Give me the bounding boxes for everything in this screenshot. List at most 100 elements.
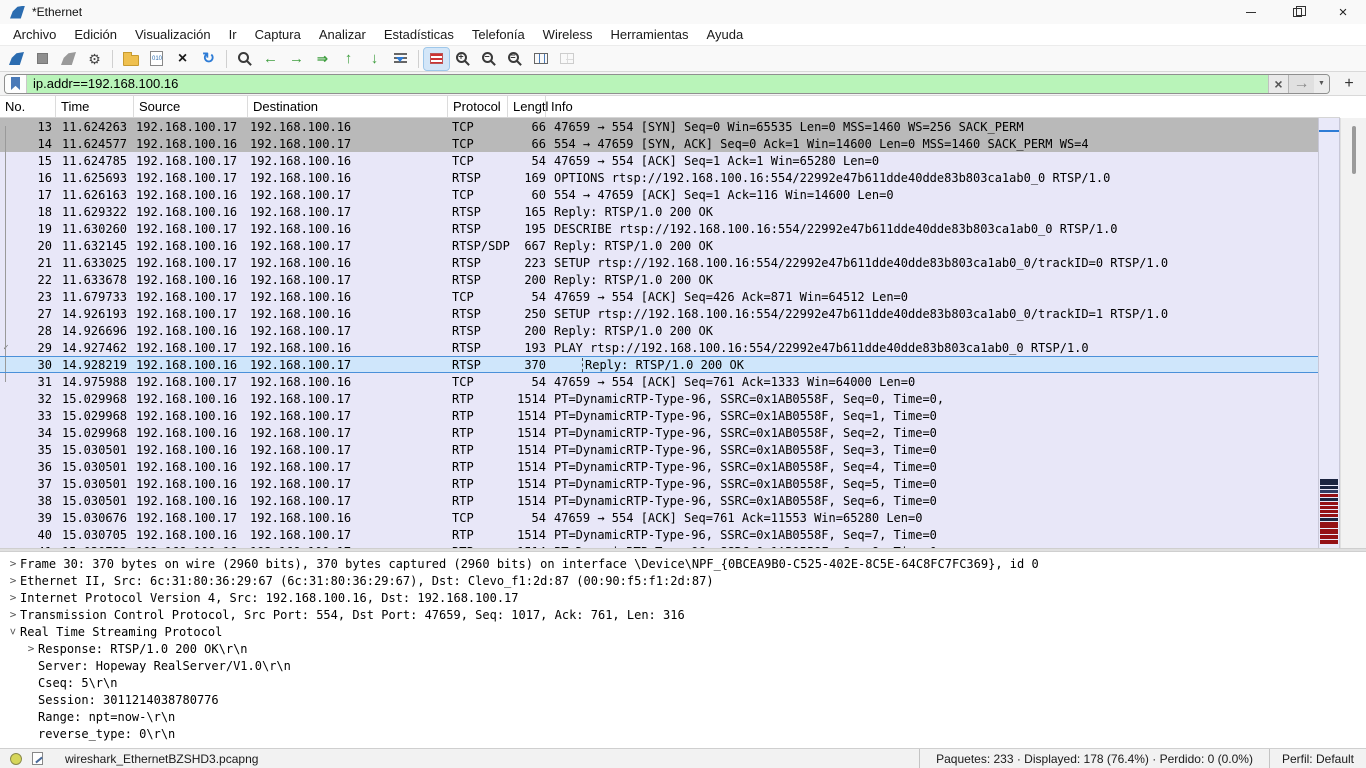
resize-columns-button[interactable] bbox=[528, 48, 553, 70]
packet-row[interactable]: 4115.030733192.168.100.16192.168.100.17R… bbox=[0, 543, 1318, 548]
zoom-in-button[interactable]: + bbox=[450, 48, 475, 70]
detail-line[interactable]: Range: npt=now-\r\n bbox=[0, 708, 1366, 725]
packet-row[interactable]: 3315.029968192.168.100.16192.168.100.17R… bbox=[0, 407, 1318, 424]
filter-apply-button[interactable]: → bbox=[1288, 75, 1314, 93]
packet-row[interactable]: 4015.030705192.168.100.16192.168.100.17R… bbox=[0, 526, 1318, 543]
column-header-time[interactable]: Time bbox=[56, 96, 134, 117]
menu-item-telefonía[interactable]: Telefonía bbox=[463, 27, 534, 42]
detail-line[interactable]: Cseq: 5\r\n bbox=[0, 674, 1366, 691]
detail-line[interactable]: >Response: RTSP/1.0 200 OK\r\n bbox=[0, 640, 1366, 657]
display-filter-input[interactable] bbox=[27, 75, 1268, 93]
reload-file-button[interactable]: ↻ bbox=[196, 48, 221, 70]
filter-bookmark-button[interactable] bbox=[5, 75, 27, 93]
intelligent-scrollbar-minimap[interactable] bbox=[1318, 118, 1340, 548]
zoom-out-button[interactable]: − bbox=[476, 48, 501, 70]
restart-capture-button[interactable] bbox=[56, 48, 81, 70]
save-file-button[interactable] bbox=[144, 48, 169, 70]
capture-comment-icon[interactable] bbox=[32, 752, 43, 765]
close-file-button[interactable]: × bbox=[170, 48, 195, 70]
go-back-button[interactable]: ← bbox=[258, 48, 283, 70]
column-header-proto[interactable]: Protocol bbox=[448, 96, 508, 117]
collapse-icon[interactable]: > bbox=[7, 625, 20, 639]
packet-row[interactable]: 2011.632145192.168.100.16192.168.100.17R… bbox=[0, 237, 1318, 254]
packet-row[interactable]: 3215.029968192.168.100.16192.168.100.17R… bbox=[0, 390, 1318, 407]
packet-row[interactable]: 2714.926193192.168.100.17192.168.100.16R… bbox=[0, 305, 1318, 322]
vertical-scrollbar[interactable] bbox=[1340, 118, 1366, 548]
detail-line[interactable]: >Frame 30: 370 bytes on wire (2960 bits)… bbox=[0, 555, 1366, 572]
menu-item-archivo[interactable]: Archivo bbox=[4, 27, 65, 42]
detail-line[interactable]: >Ethernet II, Src: 6c:31:80:36:29:67 (6c… bbox=[0, 572, 1366, 589]
packet-row[interactable]: 2814.926696192.168.100.16192.168.100.17R… bbox=[0, 322, 1318, 339]
column-header-dst[interactable]: Destination bbox=[248, 96, 448, 117]
packet-row[interactable]: 1511.624785192.168.100.17192.168.100.16T… bbox=[0, 152, 1318, 169]
packet-row[interactable]: 2211.633678192.168.100.16192.168.100.17R… bbox=[0, 271, 1318, 288]
packet-row[interactable]: 3815.030501192.168.100.16192.168.100.17R… bbox=[0, 492, 1318, 509]
packet-row[interactable]: 2111.633025192.168.100.17192.168.100.16R… bbox=[0, 254, 1318, 271]
number-columns-button[interactable] bbox=[554, 48, 579, 70]
packet-row[interactable]: 1611.625693192.168.100.17192.168.100.16R… bbox=[0, 169, 1318, 186]
menu-item-captura[interactable]: Captura bbox=[246, 27, 310, 42]
expert-info-icon[interactable] bbox=[10, 753, 22, 765]
menu-item-herramientas[interactable]: Herramientas bbox=[602, 27, 698, 42]
filter-add-button[interactable]: + bbox=[1338, 74, 1360, 94]
packet-row[interactable]: 1711.626163192.168.100.16192.168.100.17T… bbox=[0, 186, 1318, 203]
filter-dropdown-caret[interactable]: ▼ bbox=[1314, 75, 1329, 93]
packet-row[interactable]: 3415.029968192.168.100.16192.168.100.17R… bbox=[0, 424, 1318, 441]
find-packet-button[interactable] bbox=[232, 48, 257, 70]
packet-row[interactable]: 3014.928219192.168.100.16192.168.100.17R… bbox=[0, 356, 1318, 373]
packet-row[interactable]: 2311.679733192.168.100.17192.168.100.16T… bbox=[0, 288, 1318, 305]
packet-row[interactable]: ✓2914.927462192.168.100.17192.168.100.16… bbox=[0, 339, 1318, 356]
packet-row[interactable]: 3915.030676192.168.100.17192.168.100.16T… bbox=[0, 509, 1318, 526]
restore-button[interactable] bbox=[1274, 0, 1320, 24]
column-header-len[interactable]: Lengtl bbox=[508, 96, 546, 117]
capture-filename: wireshark_EthernetBZSHD3.pcapng bbox=[65, 752, 258, 766]
stop-capture-button[interactable] bbox=[30, 48, 55, 70]
open-file-button[interactable] bbox=[118, 48, 143, 70]
colorize-button[interactable] bbox=[424, 48, 449, 70]
capture-options-button[interactable]: ⚙ bbox=[82, 48, 107, 70]
auto-scroll-button[interactable] bbox=[388, 48, 413, 70]
packet-row[interactable]: 1311.624263192.168.100.17192.168.100.16T… bbox=[0, 118, 1318, 135]
detail-line[interactable]: Session: 3011214038780776 bbox=[0, 691, 1366, 708]
menu-item-estadísticas[interactable]: Estadísticas bbox=[375, 27, 463, 42]
packet-row[interactable]: 1911.630260192.168.100.17192.168.100.16R… bbox=[0, 220, 1318, 237]
detail-line[interactable]: >Internet Protocol Version 4, Src: 192.1… bbox=[0, 589, 1366, 606]
expand-icon[interactable]: > bbox=[24, 642, 38, 655]
expand-icon[interactable]: > bbox=[6, 557, 20, 570]
menu-item-wireless[interactable]: Wireless bbox=[534, 27, 602, 42]
related-packet-gutter: ✓ bbox=[0, 339, 12, 356]
detail-line[interactable]: reverse_type: 0\r\n bbox=[0, 725, 1366, 742]
packet-row[interactable]: 3615.030501192.168.100.16192.168.100.17R… bbox=[0, 458, 1318, 475]
profile-label[interactable]: Perfil: Default bbox=[1269, 749, 1366, 768]
detail-line[interactable]: >Real Time Streaming Protocol bbox=[0, 623, 1366, 640]
detail-line[interactable]: Server: Hopeway RealServer/V1.0\r\n bbox=[0, 657, 1366, 674]
packet-row[interactable]: 3515.030501192.168.100.16192.168.100.17R… bbox=[0, 441, 1318, 458]
filter-clear-button[interactable]: × bbox=[1268, 75, 1288, 93]
menu-item-visualización[interactable]: Visualización bbox=[126, 27, 220, 42]
close-button[interactable]: × bbox=[1320, 0, 1366, 24]
menu-item-ir[interactable]: Ir bbox=[220, 27, 246, 42]
column-header-src[interactable]: Source bbox=[134, 96, 248, 117]
column-header-no[interactable]: No. bbox=[0, 96, 56, 117]
scrollbar-thumb[interactable] bbox=[1352, 126, 1356, 174]
packet-destination-cell: 192.168.100.17 bbox=[248, 477, 448, 491]
detail-line[interactable]: >Transmission Control Protocol, Src Port… bbox=[0, 606, 1366, 623]
go-to-top-button[interactable]: ↑ bbox=[336, 48, 361, 70]
start-capture-button[interactable] bbox=[4, 48, 29, 70]
packet-row[interactable]: 1811.629322192.168.100.16192.168.100.17R… bbox=[0, 203, 1318, 220]
packet-row[interactable]: 3715.030501192.168.100.16192.168.100.17R… bbox=[0, 475, 1318, 492]
zoom-normal-button[interactable]: = bbox=[502, 48, 527, 70]
menu-item-edición[interactable]: Edición bbox=[65, 27, 126, 42]
expand-icon[interactable]: > bbox=[6, 574, 20, 587]
expand-icon[interactable]: > bbox=[6, 591, 20, 604]
expand-icon[interactable]: > bbox=[6, 608, 20, 621]
minimize-button[interactable] bbox=[1228, 0, 1274, 24]
packet-row[interactable]: 1411.624577192.168.100.16192.168.100.17T… bbox=[0, 135, 1318, 152]
go-forward-button[interactable]: → bbox=[284, 48, 309, 70]
packet-row[interactable]: 3114.975988192.168.100.17192.168.100.16T… bbox=[0, 373, 1318, 390]
menu-item-analizar[interactable]: Analizar bbox=[310, 27, 375, 42]
go-to-packet-button[interactable]: ⇒ bbox=[310, 48, 335, 70]
menu-item-ayuda[interactable]: Ayuda bbox=[698, 27, 753, 42]
go-to-bottom-button[interactable]: ↓ bbox=[362, 48, 387, 70]
column-header-info[interactable]: Info bbox=[546, 96, 1340, 117]
